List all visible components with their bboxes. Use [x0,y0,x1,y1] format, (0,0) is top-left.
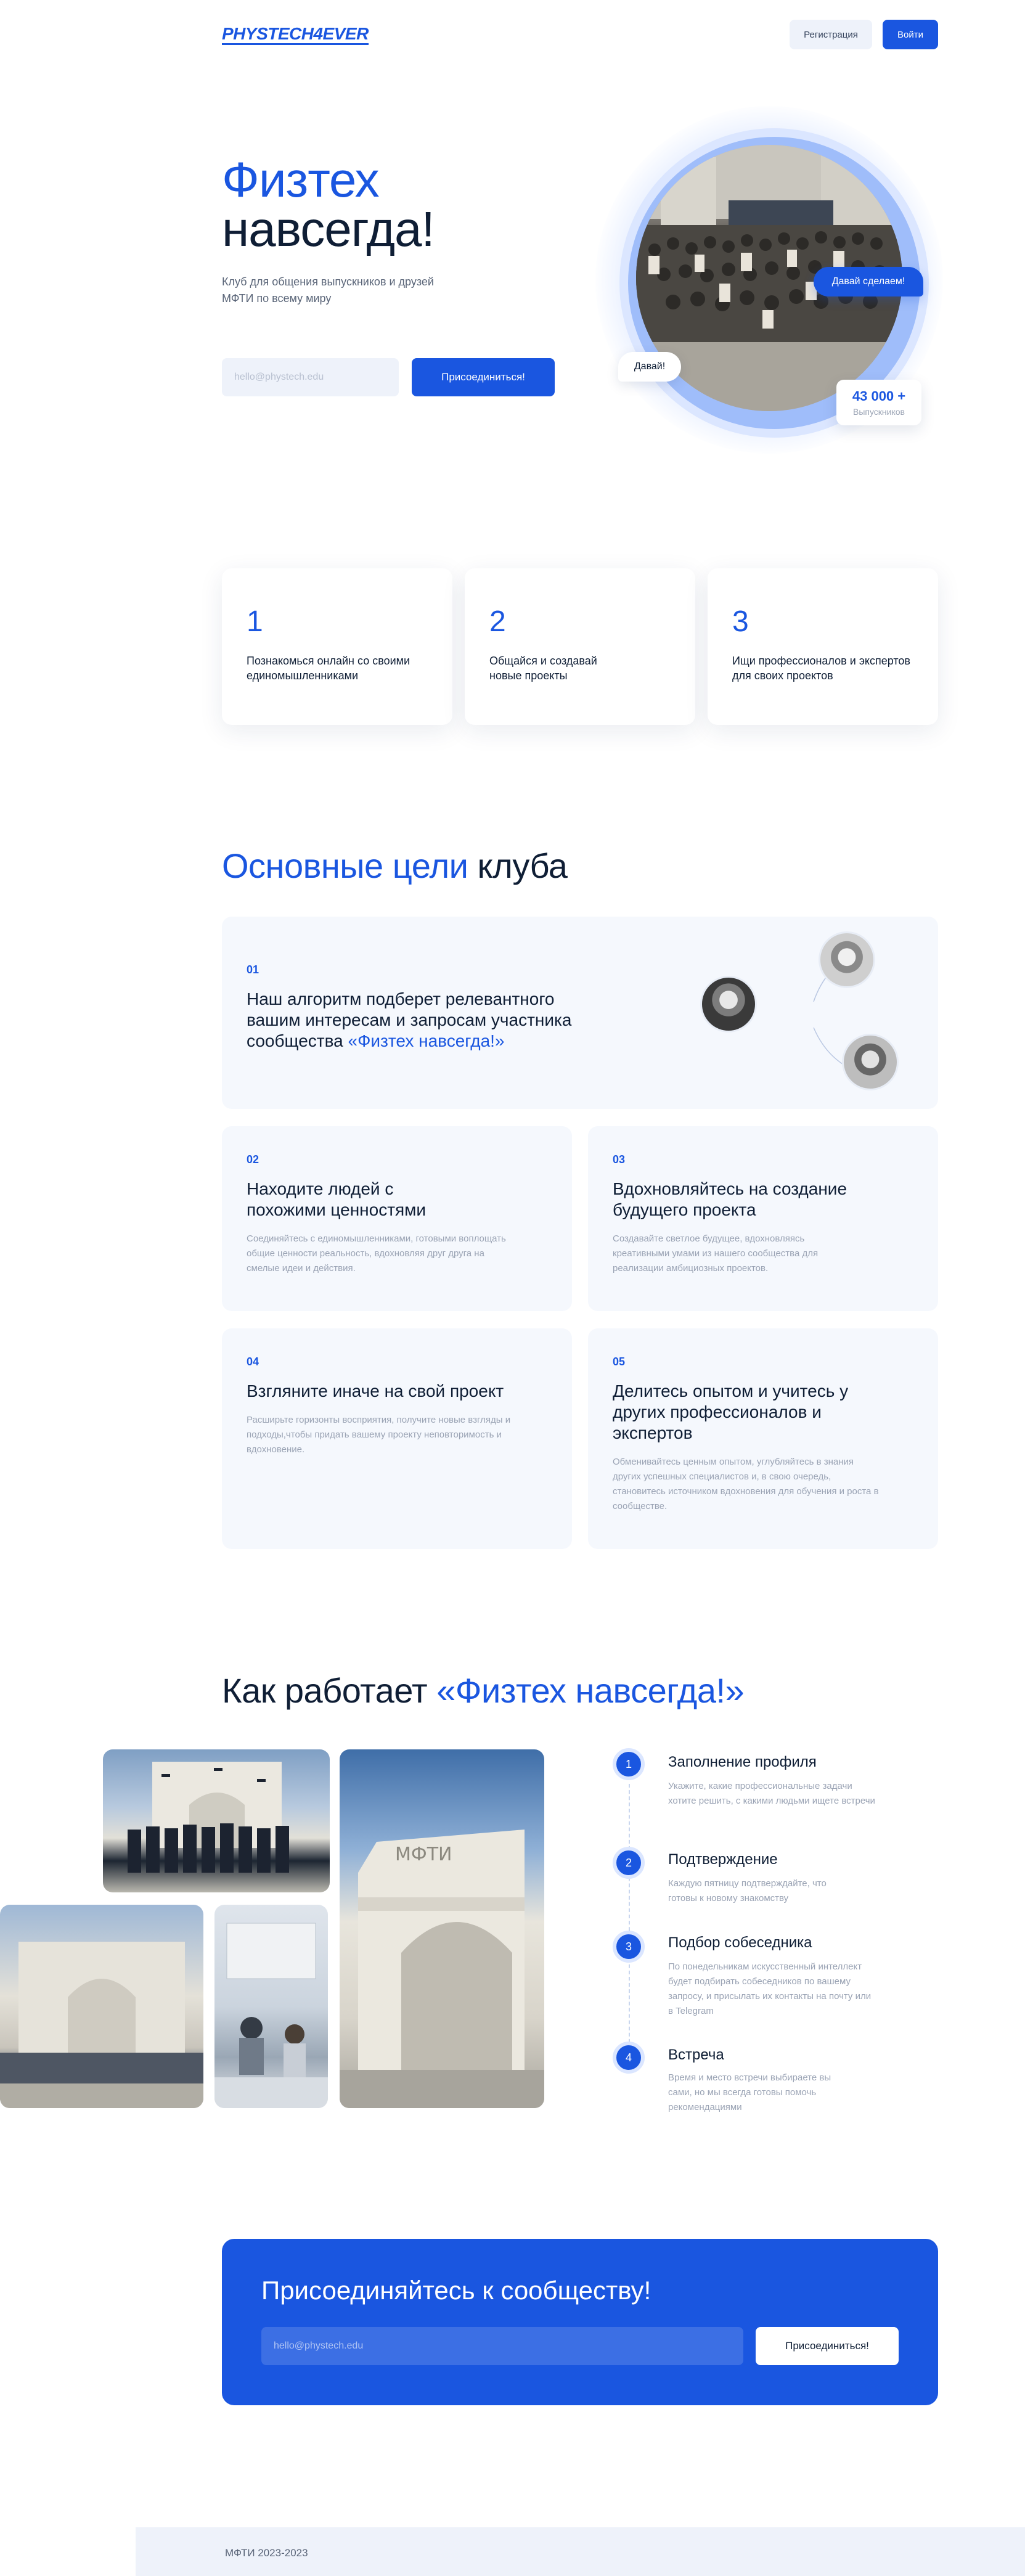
goal-card-3: 03 Вдохновляйтесь на создание будущего п… [588,1126,938,1311]
alumni-count-badge: 43 000 + Выпускников [836,380,921,425]
feature-number: 1 [247,605,263,638]
feature-card-1: 1 Познакомься онлайн со своими единомышл… [222,568,452,725]
feature-text: Познакомься онлайн со своими единомышлен… [247,655,410,682]
step-number-1: 1 [613,1748,645,1780]
how-title-rest: Как работает [222,1671,437,1710]
step-desc-1: Укажите, какие профессиональные задачи х… [668,1781,875,1806]
login-button[interactable]: Войти [883,20,938,49]
steps-timeline [629,1784,630,2049]
hero-subtitle: Клуб для общения выпускников и друзей МФ… [222,276,434,305]
step-desc-4: Время и место встречи выбираете вы сами,… [668,2072,831,2112]
goal-title: Взгляните иначе на свой проект [247,1381,504,1400]
cta-banner [222,2239,938,2405]
step-title-4: Встреча [668,2046,724,2063]
step-number-3: 3 [613,1931,645,1963]
lecture-photo [214,1905,328,2108]
step-title-2: Подтверждение [668,1851,778,1868]
feature-number: 2 [489,605,506,638]
how-title: Как работает «Физтех навсегда!» [222,1670,745,1711]
member-avatar-3 [842,1034,899,1090]
hero-email-input[interactable] [222,358,399,396]
logo[interactable]: PHYSTECH4EVER [222,25,369,45]
goals-title: Основные цели клуба [222,846,568,886]
chat-bubble-lets: Давай! [618,352,681,382]
alumni-label: Выпускников [852,407,905,417]
graduation-photo [103,1749,330,1892]
goal-number: 03 [613,1153,626,1166]
feature-card-2: 2 Общайся и создавай новые проекты [465,568,695,725]
member-avatar-2 [819,931,875,988]
goal-desc: Соединяйтесь с единомышленниками, готовы… [247,1233,506,1274]
goal-number: 02 [247,1153,259,1166]
step-title-3: Подбор собеседника [668,1934,812,1951]
goal-title: Делитесь опытом и учитесь у других профе… [613,1381,849,1442]
how-title-accent: «Физтех навсегда!» [436,1671,745,1710]
goal-card-4: 04 Взгляните иначе на свой проект Расшир… [222,1328,572,1549]
goal-title: Вдохновляйтесь на создание будущего прое… [613,1179,847,1219]
step-title-1: Заполнение профиля [668,1754,817,1770]
cta-join-button[interactable]: Присоединиться! [756,2327,899,2365]
cta-email-input[interactable] [261,2327,743,2365]
goal-card-1: 01 Наш алгоритм подберет релевантного ва… [222,917,938,1109]
building-crowd-photo [0,1905,203,2108]
feature-text: Ищи профессионалов и экспертов для своих… [732,655,910,682]
hero-title-line1: Физтех [222,152,380,207]
goal-number: 05 [613,1355,626,1368]
feature-text: Общайся и создавай новые проекты [489,655,597,682]
goal-number: 04 [247,1355,259,1368]
feature-number: 3 [732,605,749,638]
cta-title: Присоединяйтесь к сообществу! [261,2276,651,2305]
mipt-building-photo: МФТИ [340,1749,544,2108]
chat-bubble-lets-do-it: Давай сделаем! [814,267,923,296]
step-number-4: 4 [613,2042,645,2074]
footer-copyright: МФТИ 2023-2023 [225,2547,308,2559]
step-desc-2: Каждую пятницу подтверждайте, что готовы… [668,1878,827,1903]
goal-desc: Расширьте горизонты восприятия, получите… [247,1415,511,1455]
goal-desc: Создавайте светлое будущее, вдохновляясь… [613,1233,819,1274]
step-desc-3: По понедельникам искусственный интеллект… [668,1961,872,2016]
goal-title-accent: «Физтех навсегда!» [348,1031,505,1050]
goal-title: Наш алгоритм подберет релевантного вашим… [247,989,572,1050]
member-avatar-1 [700,976,757,1032]
step-number-2: 2 [613,1847,645,1879]
goal-desc: Обменивайтесь ценным опытом, углубляйтес… [613,1457,879,1511]
alumni-count: 43 000 + [852,388,906,404]
goals-title-rest: клуба [468,846,568,885]
register-button[interactable]: Регистрация [790,20,872,49]
hero-title-line2: навсегда! [222,202,435,256]
feature-card-3: 3 Ищи профессионалов и экспертов для сво… [708,568,938,725]
goal-card-2: 02 Находите людей с похожими ценностями … [222,1126,572,1311]
goal-title: Находите людей с похожими ценностями [247,1179,427,1219]
hero-join-button[interactable]: Присоединиться! [412,358,555,396]
hero-title: Физтех навсегда! [222,155,435,254]
building-sign: МФТИ [395,1844,452,1865]
goals-title-accent: Основные цели [222,846,468,885]
goal-card-5: 05 Делитесь опытом и учитесь у других пр… [588,1328,938,1549]
